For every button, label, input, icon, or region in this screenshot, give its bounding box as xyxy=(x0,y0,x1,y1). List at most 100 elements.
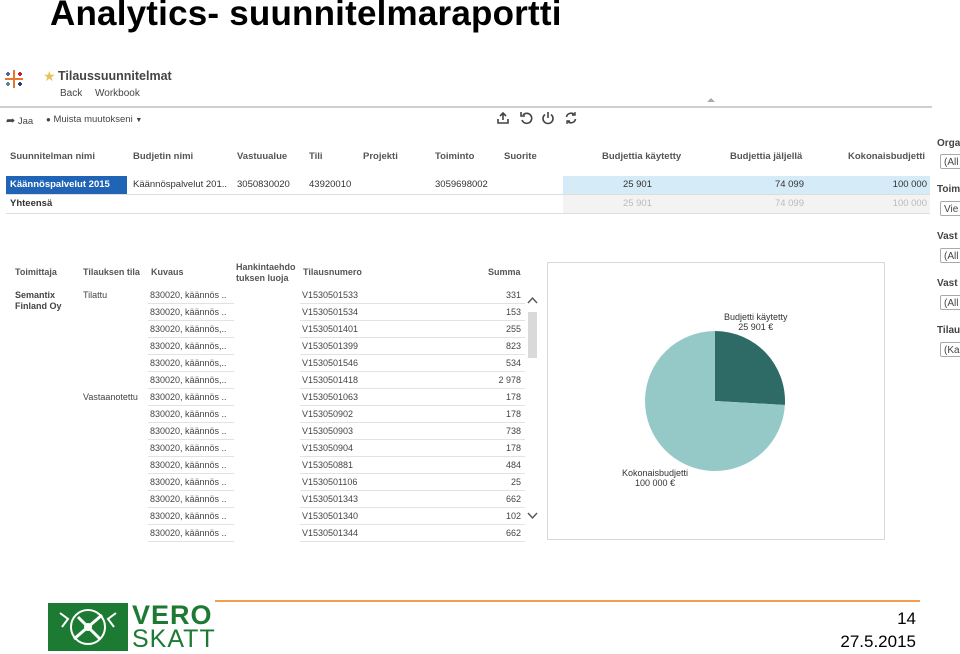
header-kokonaisbudjetti[interactable]: Kokonaisbudjetti xyxy=(848,151,925,169)
summa-cell: 25 xyxy=(510,477,521,487)
cell-suunnitelman-nimi[interactable]: Käännöspalvelut 2015 xyxy=(6,176,127,194)
chevron-down-icon: ▼ xyxy=(135,117,143,124)
favorite-star-icon[interactable]: ★ xyxy=(43,68,56,85)
table-row[interactable]: 830020, käännös .. V1530501106 25 xyxy=(13,474,525,491)
table-row[interactable]: Vastaanotettu 830020, käännös .. V15305010… xyxy=(13,389,525,406)
order-detail-table: Toimittaja Tilauksen tila Kuvaus Hankint… xyxy=(13,258,545,542)
header-tili[interactable]: Tili xyxy=(309,151,323,169)
header-vastuualue[interactable]: Vastuualue xyxy=(237,151,287,169)
workbook-app: ★ Tilaussuunnitelmat Back Workbook ➦ Jaa… xyxy=(0,62,960,542)
table-row[interactable]: 830020, käännös .. V1530501343 662 xyxy=(13,491,525,508)
header-tilausnumero[interactable]: Tilausnumero xyxy=(303,267,362,278)
header-suunnitelman-nimi[interactable]: Suunnitelman nimi xyxy=(10,151,95,169)
summa-cell: 738 xyxy=(505,426,521,436)
share-button[interactable]: ➦ Jaa xyxy=(6,114,33,127)
kuvaus-cell: 830020, käännös .. xyxy=(148,389,234,406)
slice-label-kokonais: Kokonaisbudjetti 100 000 € xyxy=(622,468,688,488)
table-row[interactable]: 830020, käännös .. V1530501344 662 xyxy=(13,525,525,542)
summa-cell: 331 xyxy=(505,290,521,300)
tableau-logo-icon xyxy=(5,70,23,88)
header-budjettia-kaytetty[interactable]: Budjettia käytetty xyxy=(602,151,681,169)
kuvaus-cell: 830020, käännös .. xyxy=(148,440,234,457)
header-kuvaus[interactable]: Kuvaus xyxy=(151,267,184,278)
status-dot-icon: ● xyxy=(46,115,51,124)
summa-cell: 178 xyxy=(505,392,521,402)
pie-slice-kaytetty[interactable] xyxy=(715,331,785,405)
header-hankintaehdotuksen-luoja[interactable]: Hankintaehdo tuksen luoja xyxy=(236,262,296,284)
header-toimittaja[interactable]: Toimittaja xyxy=(15,267,57,278)
footer-accent-line xyxy=(215,600,920,602)
tilausnumero-cell: V1530501106 xyxy=(300,474,525,491)
tilausnumero-cell: V1530501534 xyxy=(300,304,525,321)
kuvaus-cell: 830020, käännös .. xyxy=(148,508,234,525)
page-number: 14 xyxy=(897,609,916,628)
kuvaus-cell: 830020, käännös .. xyxy=(148,423,234,440)
scroll-thumb[interactable] xyxy=(528,312,537,358)
refresh-icon[interactable] xyxy=(564,111,578,125)
kuvaus-cell: 830020, käännös .. xyxy=(148,287,234,304)
scroll-down-icon[interactable] xyxy=(527,512,538,520)
header-projekti[interactable]: Projekti xyxy=(363,151,398,169)
filter-dropdown[interactable]: (Ka xyxy=(940,342,960,357)
table-row[interactable]: 830020, käännös,.. V1530501399 823 xyxy=(13,338,525,355)
table-row[interactable]: 830020, käännös,.. V1530501401 255 xyxy=(13,321,525,338)
power-icon[interactable] xyxy=(541,111,555,125)
collapse-caret-icon[interactable] xyxy=(707,98,715,102)
header-hankinta-line2: tuksen luoja xyxy=(236,273,289,283)
table-row[interactable]: 830020, käännös,.. V1530501546 534 xyxy=(13,355,525,372)
remember-changes-dropdown[interactable]: ● Muista muutokseni ▼ xyxy=(46,114,142,125)
slice-value-kokonais: 100 000 € xyxy=(635,478,676,488)
workbook-title: Tilaussuunnitelmat xyxy=(58,69,172,83)
tilausnumero-cell: V153050904 xyxy=(300,440,525,457)
header-budjetin-nimi[interactable]: Budjetin nimi xyxy=(133,151,193,169)
header-hankinta-line1: Hankintaehdo xyxy=(236,262,296,272)
toolbar: ➦ Jaa ● Muista muutokseni ▼ xyxy=(0,110,932,130)
table-row[interactable]: 830020, käännös .. V1530501340 102 xyxy=(13,508,525,525)
header-tilauksen-tila[interactable]: Tilauksen tila xyxy=(83,267,140,278)
tilausnumero-cell: V153050902 xyxy=(300,406,525,423)
table-row[interactable]: 830020, käännös,.. V1530501418 2 978 xyxy=(13,372,525,389)
kuvaus-cell: 830020, käännös,.. xyxy=(148,372,234,389)
kuvaus-cell: 830020, käännös .. xyxy=(148,491,234,508)
table-row[interactable]: 830020, käännös .. V1530501534 153 xyxy=(13,304,525,321)
kuvaus-cell: 830020, käännös .. xyxy=(148,457,234,474)
table-row-selected[interactable]: Käännöspalvelut 2015 Käännöspalvelut 201… xyxy=(6,176,930,194)
table-row[interactable]: 830020, käännös .. V153050903 738 xyxy=(13,423,525,440)
header-divider xyxy=(0,106,932,108)
upload-icon[interactable] xyxy=(496,111,510,125)
kuvaus-cell: 830020, käännös .. xyxy=(148,474,234,491)
filter-label: Orga xyxy=(937,138,960,149)
filter-label: Tilau xyxy=(937,325,960,336)
remember-label: Muista muutokseni xyxy=(53,114,133,125)
table-row[interactable]: 830020, käännös .. V153050902 178 xyxy=(13,406,525,423)
kuvaus-cell: 830020, käännös .. xyxy=(148,525,234,542)
summa-cell: 662 xyxy=(505,494,521,504)
header-summa[interactable]: Summa xyxy=(488,267,521,278)
filter-dropdown[interactable]: (All xyxy=(940,248,960,263)
table-row[interactable]: 830020, käännös .. V153050904 178 xyxy=(13,440,525,457)
back-link[interactable]: Back xyxy=(60,88,82,99)
cell-vastuualue: 3050830020 xyxy=(237,179,290,190)
status-cell: Vastaanotettu xyxy=(83,392,138,402)
cell-budjetin-nimi: Käännöspalvelut 201.. xyxy=(133,179,228,190)
filter-dropdown[interactable]: (All xyxy=(940,295,960,310)
share-label: Jaa xyxy=(17,116,34,127)
scroll-up-icon[interactable] xyxy=(527,296,538,304)
header-suorite[interactable]: Suorite xyxy=(504,151,537,169)
tilausnumero-cell: V1530501399 xyxy=(300,338,525,355)
kuvaus-cell: 830020, käännös .. xyxy=(148,304,234,321)
filter-dropdown[interactable]: Vie xyxy=(940,201,960,216)
table-row[interactable]: 830020, käännös .. V153050881 484 xyxy=(13,457,525,474)
header-budjettia-jaljella[interactable]: Budjettia jäljellä xyxy=(730,151,802,169)
table-row[interactable]: Tilattu 830020, käännös .. V1530501533 331 xyxy=(13,287,525,304)
revert-icon[interactable] xyxy=(519,111,533,125)
workbook-link[interactable]: Workbook xyxy=(95,88,140,99)
tilausnumero-cell: V1530501533 xyxy=(300,287,525,304)
table-row-total: Yhteensä 25 901 74 099 100 000 xyxy=(6,194,930,214)
header-toiminto[interactable]: Toiminto xyxy=(435,151,474,169)
tilausnumero-cell: V153050881 xyxy=(300,457,525,474)
filter-dropdown[interactable]: (All xyxy=(940,154,960,169)
tilausnumero-cell: V1530501401 xyxy=(300,321,525,338)
tilausnumero-cell: V1530501344 xyxy=(300,525,525,542)
detail-scrollbar[interactable] xyxy=(526,294,539,522)
